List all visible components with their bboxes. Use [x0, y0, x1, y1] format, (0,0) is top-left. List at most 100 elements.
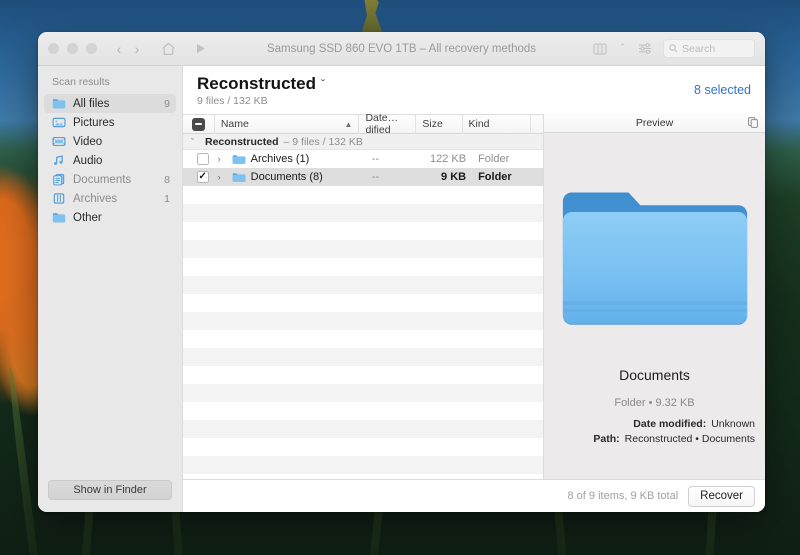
folder-icon: [232, 172, 246, 183]
archive-icon: [52, 192, 66, 205]
sidebar-item-audio[interactable]: Audio: [44, 151, 176, 170]
preview-detail-value: Reconstructed • Documents: [625, 432, 755, 447]
chevron-right-icon[interactable]: ›: [218, 172, 227, 182]
preview-header: Preview: [544, 114, 765, 133]
checkbox-checked: ✓: [197, 171, 209, 183]
sidebar-item-other[interactable]: Other: [44, 208, 176, 227]
wallpaper-peak: [355, 0, 389, 32]
group-meta: – 9 files / 132 KB: [284, 136, 363, 148]
table-row-empty: [183, 240, 543, 258]
preview-title: Documents: [619, 367, 690, 383]
sidebar: Scan results All files 9 Picture: [38, 66, 183, 512]
sliders-icon[interactable]: [636, 39, 654, 59]
table-row[interactable]: ✓ › Documents (8): [183, 168, 543, 186]
preview-details: Date modified: Unknown Path: Reconstruct…: [554, 417, 755, 447]
column-header-label: Name: [221, 118, 249, 130]
group-row[interactable]: ˇ Reconstructed – 9 files / 132 KB: [183, 134, 543, 150]
preview-kind: Folder • 9.32 KB: [614, 397, 694, 409]
column-header-size[interactable]: Size: [416, 115, 462, 134]
sort-asc-icon: ▲: [345, 120, 353, 129]
column-view-icon[interactable]: [591, 39, 609, 59]
table-row-empty: [183, 222, 543, 240]
table-row-empty: [183, 420, 543, 438]
chevron-down-icon[interactable]: ˇ: [321, 77, 325, 91]
table-row-empty: [183, 456, 543, 474]
column-header-label: Date…dified: [365, 112, 409, 136]
row-checkbox[interactable]: [183, 150, 216, 168]
select-all-checkbox[interactable]: [183, 115, 215, 134]
row-name: Archives (1): [251, 153, 310, 165]
table-row-empty: [183, 402, 543, 420]
column-header-date-modified[interactable]: Date…dified: [359, 115, 416, 134]
preview-detail-value: Unknown: [711, 417, 755, 432]
copy-icon[interactable]: [748, 117, 758, 131]
audio-icon: [52, 154, 66, 167]
row-date: --: [366, 168, 425, 186]
table-row[interactable]: › Archives (1) -- 122 KB Folder: [183, 150, 543, 168]
table-row-empty: [183, 312, 543, 330]
content-area: Reconstructed ˇ 9 files / 132 KB 8 selec…: [183, 66, 765, 512]
status-bar: 8 of 9 items, 9 KB total Recover: [183, 479, 765, 512]
back-button[interactable]: ‹: [111, 42, 127, 56]
sidebar-footer: Show in Finder: [38, 480, 182, 512]
sidebar-title: Scan results: [38, 76, 182, 94]
row-size: 9 KB: [425, 168, 473, 186]
search-input[interactable]: Search: [663, 39, 755, 58]
search-placeholder: Search: [682, 43, 715, 55]
page-subtitle: 9 files / 132 KB: [197, 95, 325, 107]
sidebar-item-label: Documents: [73, 174, 157, 186]
window-body: Scan results All files 9 Picture: [38, 66, 765, 512]
titlebar-right-tools: ˇ Search: [591, 39, 755, 59]
home-icon[interactable]: [155, 39, 181, 59]
sidebar-item-label: Video: [73, 136, 163, 148]
preview-detail-row: Path: Reconstructed • Documents: [554, 432, 755, 447]
desktop-wallpaper: ‹ › Samsung SSD 860 EVO 1TB – All recove…: [0, 0, 800, 555]
preview-header-label: Preview: [636, 117, 673, 129]
zoom-button[interactable]: [86, 43, 97, 54]
row-name-cell[interactable]: › Documents (8): [216, 168, 366, 186]
sidebar-item-label: Pictures: [73, 117, 163, 129]
status-text: 8 of 9 items, 9 KB total: [568, 490, 679, 502]
show-in-finder-button[interactable]: Show in Finder: [48, 480, 172, 500]
minimize-button[interactable]: [67, 43, 78, 54]
sidebar-item-count: 8: [164, 174, 170, 186]
video-icon: [52, 135, 66, 148]
chevron-down-icon[interactable]: ˇ: [618, 44, 627, 54]
table-row-empty: [183, 438, 543, 456]
other-icon: [52, 211, 66, 224]
sidebar-item-all-files[interactable]: All files 9: [44, 94, 176, 113]
table-row-empty: [183, 366, 543, 384]
chevron-right-icon[interactable]: ›: [218, 154, 227, 164]
table-header-row: Name ▲ Date…dified Size Kind: [183, 115, 543, 134]
sidebar-item-video[interactable]: Video: [44, 132, 176, 151]
row-name-cell[interactable]: › Archives (1): [216, 150, 366, 168]
folder-icon-large: [557, 185, 753, 343]
folder-icon: [232, 154, 246, 165]
page-title[interactable]: Reconstructed ˇ: [197, 74, 325, 94]
close-button[interactable]: [48, 43, 59, 54]
preview-pane: Preview: [543, 114, 765, 479]
window-controls: [48, 43, 97, 54]
preview-detail-row: Date modified: Unknown: [554, 417, 755, 432]
sidebar-item-label: Other: [73, 212, 163, 224]
recover-button[interactable]: Recover: [688, 486, 755, 507]
table-row-empty: [183, 204, 543, 222]
column-header-spacer: [531, 115, 543, 134]
forward-button[interactable]: ›: [129, 42, 145, 56]
table-row-empty: [183, 276, 543, 294]
window-titlebar: ‹ › Samsung SSD 860 EVO 1TB – All recove…: [38, 32, 765, 66]
chevron-down-icon[interactable]: ˇ: [191, 137, 200, 147]
column-header-name[interactable]: Name ▲: [215, 115, 360, 134]
sidebar-item-pictures[interactable]: Pictures: [44, 113, 176, 132]
play-icon[interactable]: [187, 39, 213, 59]
panes: Name ▲ Date…dified Size Kind: [183, 114, 765, 479]
sidebar-item-documents[interactable]: Documents 8: [44, 170, 176, 189]
selected-count-label: 8 selected: [694, 83, 751, 97]
table-body[interactable]: ˇ Reconstructed – 9 files / 132 KB ›: [183, 134, 543, 479]
column-header-kind[interactable]: Kind: [463, 115, 532, 134]
file-table: Name ▲ Date…dified Size Kind: [183, 114, 543, 479]
row-name: Documents (8): [251, 171, 323, 183]
row-checkbox[interactable]: ✓: [183, 168, 216, 186]
table-row-empty: [183, 258, 543, 276]
sidebar-item-archives[interactable]: Archives 1: [44, 189, 176, 208]
